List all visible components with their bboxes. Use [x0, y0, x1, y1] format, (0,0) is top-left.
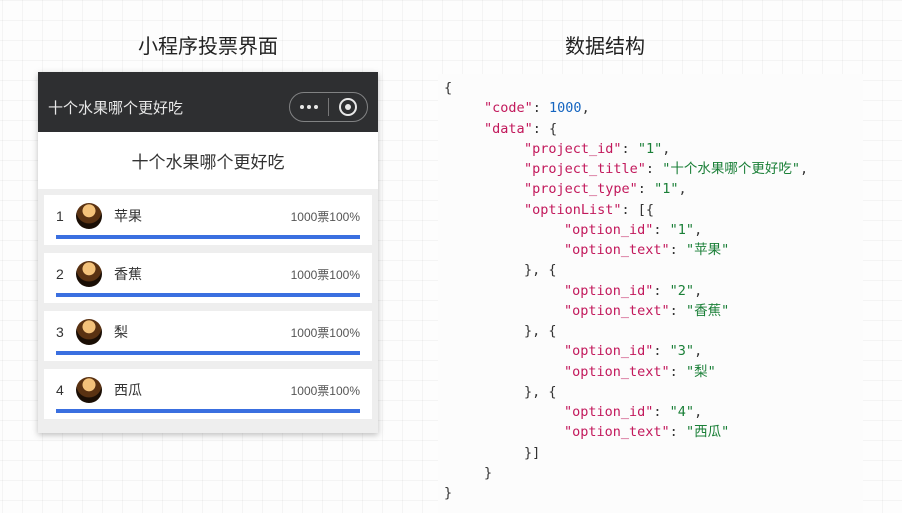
- code-line: "option_text": "苹果": [444, 240, 857, 260]
- code-line: }, {: [444, 321, 857, 341]
- option-name: 苹果: [114, 206, 279, 226]
- code-line: }]: [444, 443, 857, 463]
- capsule-buttons[interactable]: [289, 92, 368, 122]
- json-code-block: {"code": 1000,"data": {"project_id": "1"…: [438, 74, 863, 513]
- option-name: 香蕉: [114, 264, 279, 284]
- progress-fill: [56, 293, 360, 297]
- option-name: 西瓜: [114, 380, 279, 400]
- code-line: "option_id": "2",: [444, 281, 857, 301]
- progress-bar: [56, 235, 360, 239]
- code-line: }: [444, 483, 857, 503]
- progress-fill: [56, 235, 360, 239]
- poll-option[interactable]: 4 西瓜 1000票100%: [44, 369, 372, 419]
- option-votes: 1000票100%: [291, 208, 360, 225]
- poll-option[interactable]: 2 香蕉 1000票100%: [44, 253, 372, 303]
- code-line: "option_text": "西瓜": [444, 422, 857, 442]
- code-line: "optionList": [{: [444, 200, 857, 220]
- code-line: "option_text": "香蕉": [444, 301, 857, 321]
- code-line: "option_id": "4",: [444, 402, 857, 422]
- code-line: "code": 1000,: [444, 98, 857, 118]
- poll-title: 十个水果哪个更好吃: [38, 132, 378, 189]
- option-votes: 1000票100%: [291, 324, 360, 341]
- left-section-title: 小程序投票界面: [108, 30, 308, 59]
- miniprogram-mock: 十个水果哪个更好吃 十个水果哪个更好吃 1 苹果 1000票100% 2 香蕉 1000票…: [38, 72, 378, 433]
- navbar-title: 十个水果哪个更好吃: [48, 97, 183, 118]
- option-rank: 4: [56, 382, 64, 398]
- progress-bar: [56, 351, 360, 355]
- right-section-title: 数据结构: [545, 30, 665, 59]
- code-line: "option_id": "3",: [444, 341, 857, 361]
- code-line: "project_id": "1",: [444, 139, 857, 159]
- navbar: 十个水果哪个更好吃: [38, 82, 378, 132]
- code-line: "project_type": "1",: [444, 179, 857, 199]
- page-body: 十个水果哪个更好吃 1 苹果 1000票100% 2 香蕉 1000票100% 3 梨 1000…: [38, 132, 378, 433]
- code-line: {: [444, 78, 857, 98]
- status-bar: [38, 72, 378, 82]
- avatar: [76, 261, 102, 287]
- progress-bar: [56, 409, 360, 413]
- poll-option-list: 1 苹果 1000票100% 2 香蕉 1000票100% 3 梨 1000票100% 4 西瓜 10…: [38, 189, 378, 423]
- code-line: "option_id": "1",: [444, 220, 857, 240]
- progress-fill: [56, 351, 360, 355]
- option-rank: 3: [56, 324, 64, 340]
- code-line: "project_title": "十个水果哪个更好吃",: [444, 159, 857, 179]
- poll-option[interactable]: 1 苹果 1000票100%: [44, 195, 372, 245]
- capsule-separator: [328, 98, 329, 116]
- option-rank: 1: [56, 208, 64, 224]
- code-line: "data": {: [444, 119, 857, 139]
- code-line: }: [444, 463, 857, 483]
- progress-bar: [56, 293, 360, 297]
- code-line: }, {: [444, 382, 857, 402]
- option-name: 梨: [114, 322, 279, 342]
- code-line: }, {: [444, 260, 857, 280]
- close-target-icon[interactable]: [339, 98, 357, 116]
- code-line: "option_text": "梨": [444, 362, 857, 382]
- progress-fill: [56, 409, 360, 413]
- option-votes: 1000票100%: [291, 382, 360, 399]
- avatar: [76, 377, 102, 403]
- poll-option[interactable]: 3 梨 1000票100%: [44, 311, 372, 361]
- option-votes: 1000票100%: [291, 266, 360, 283]
- more-icon[interactable]: [300, 105, 318, 109]
- option-rank: 2: [56, 266, 64, 282]
- avatar: [76, 319, 102, 345]
- avatar: [76, 203, 102, 229]
